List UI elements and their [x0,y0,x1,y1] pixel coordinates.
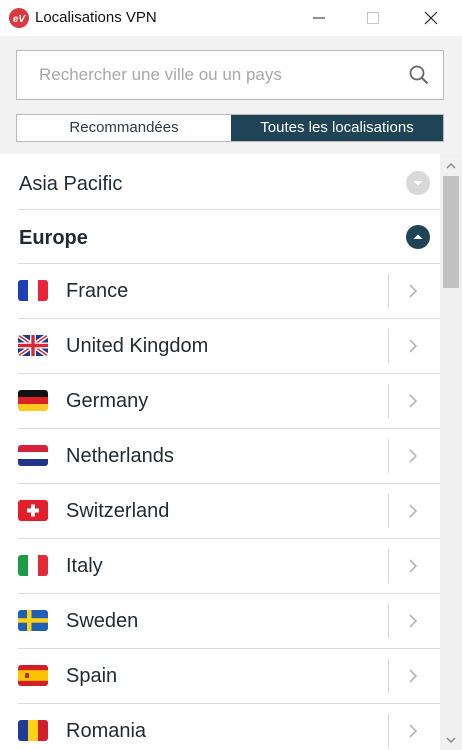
locations-header: Recommandées Toutes les localisations [0,36,462,154]
window-title: Localisations VPN [35,9,157,26]
location-list: Asia Pacific Europe France United Kingdo… [0,154,440,750]
divider [388,384,389,418]
chevron-right-icon[interactable] [407,338,419,354]
location-label: Sweden [66,610,139,632]
location-row-romania[interactable]: Romania [18,704,440,750]
location-label: United Kingdom [66,335,209,357]
chevron-right-icon[interactable] [407,613,419,629]
chevron-up-icon[interactable] [406,225,430,249]
chevron-down-icon[interactable] [406,171,430,195]
chevron-right-icon[interactable] [407,558,419,574]
location-label: Switzerland [66,500,170,522]
location-row-germany[interactable]: Germany [18,374,440,429]
flag-sweden-icon [18,610,48,631]
expressvpn-logo-icon: eV [9,8,29,28]
chevron-right-icon[interactable] [407,668,419,684]
divider [388,439,389,473]
divider [388,714,389,748]
flag-france-icon [18,280,48,301]
chevron-right-icon[interactable] [407,503,419,519]
chevron-right-icon[interactable] [407,723,419,739]
scroll-down-arrow-icon[interactable] [445,736,457,744]
location-row-italy[interactable]: Italy [18,539,440,594]
group-asia-pacific[interactable]: Asia Pacific [18,156,440,210]
scrollbar-thumb[interactable] [443,176,459,288]
maximize-icon [367,12,379,24]
group-label: Asia Pacific [19,173,123,195]
close-icon [424,11,438,25]
close-button[interactable] [408,0,454,36]
divider [388,494,389,528]
flag-spain-icon [18,665,48,686]
location-label: Italy [66,555,103,577]
group-europe[interactable]: Europe [18,210,440,264]
title-bar: eV Localisations VPN [0,0,462,36]
flag-italy-icon [18,555,48,576]
flag-romania-icon [18,720,48,741]
location-label: Romania [66,720,147,742]
search-input[interactable] [39,51,399,99]
flag-switzerland-icon [18,500,48,521]
chevron-right-icon[interactable] [407,448,419,464]
divider [388,274,389,308]
scroll-up-arrow-icon[interactable] [445,162,457,170]
location-row-france[interactable]: France [18,264,440,319]
chevron-right-icon[interactable] [407,393,419,409]
search-box[interactable] [16,50,444,100]
tab-recommandees[interactable]: Recommandées [17,115,231,141]
location-label: France [66,280,129,302]
maximize-button[interactable] [350,0,396,36]
minimize-icon [313,17,325,19]
location-label: Netherlands [66,445,174,467]
location-row-netherlands[interactable]: Netherlands [18,429,440,484]
flag-netherlands-icon [18,445,48,466]
location-row-united-kingdom[interactable]: United Kingdom [18,319,440,374]
divider [388,659,389,693]
scrollbar[interactable] [440,154,462,750]
chevron-right-icon[interactable] [407,283,419,299]
minimize-button[interactable] [296,0,342,36]
location-row-switzerland[interactable]: Switzerland [18,484,440,539]
location-label: Spain [66,665,118,687]
divider [388,604,389,638]
group-label: Europe [19,227,88,249]
flag-united-kingdom-icon [18,335,48,356]
divider [388,329,389,363]
tab-toutes-les-localisations[interactable]: Toutes les localisations [231,115,443,141]
location-label: Germany [66,390,149,412]
divider [388,549,389,583]
flag-germany-icon [18,390,48,411]
location-row-spain[interactable]: Spain [18,649,440,704]
search-icon[interactable] [408,64,430,86]
svg-text:eV: eV [13,14,27,25]
location-row-sweden[interactable]: Sweden [18,594,440,649]
location-tabs: Recommandées Toutes les localisations [16,114,444,142]
